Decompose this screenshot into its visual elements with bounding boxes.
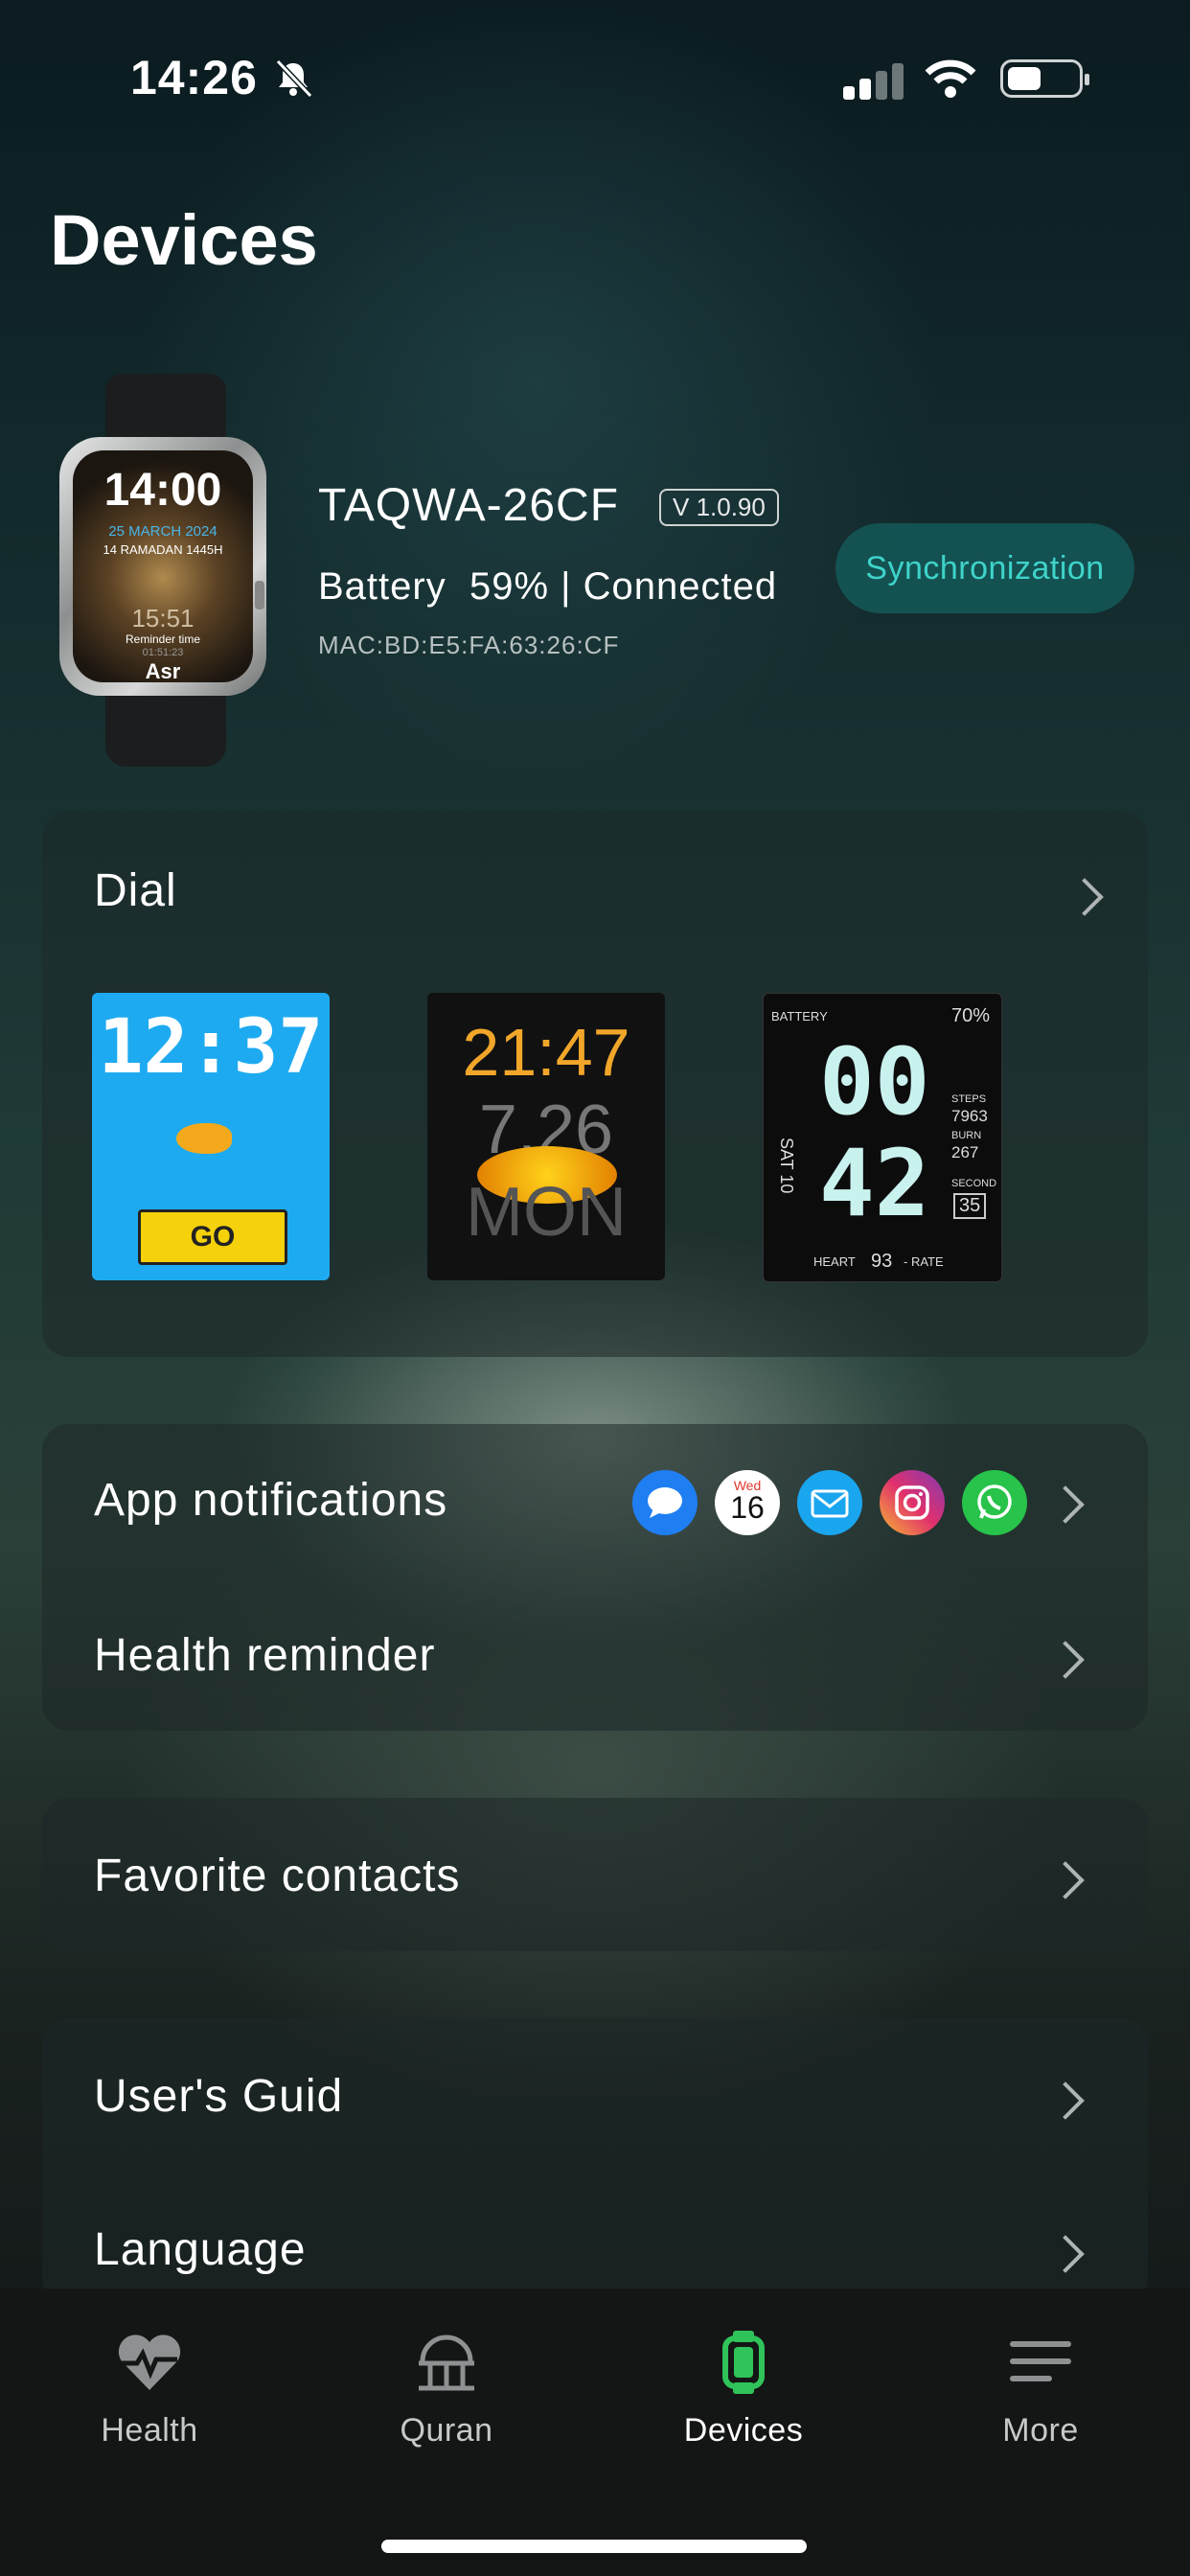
- dial-chevron-icon[interactable]: [1065, 878, 1104, 916]
- watch-hijri: 14 RAMADAN 1445H: [103, 542, 223, 557]
- dial-2-time: 21:47: [462, 1015, 630, 1090]
- instagram-icon: [880, 1470, 945, 1535]
- battery-value: 59% | Connected: [469, 565, 778, 608]
- menu-icon: [1010, 2341, 1071, 2381]
- mac-address: MAC:BD:E5:FA:63:26:CF: [318, 631, 620, 659]
- tab-quran-label: Quran: [400, 2412, 493, 2449]
- dial-2-day: MON: [466, 1174, 627, 1251]
- language-chevron-icon[interactable]: [1046, 2235, 1085, 2273]
- device-name: TAQWA-26CF: [318, 480, 620, 531]
- synchronization-button[interactable]: Synchronization: [835, 523, 1134, 613]
- watch-reminder: Reminder time: [125, 632, 201, 646]
- calendar-icon: Wed 16: [715, 1470, 780, 1535]
- tab-health[interactable]: Health: [54, 2331, 245, 2450]
- dial-face-2[interactable]: 21:47 7.26 MON: [427, 993, 665, 1280]
- app-notifications-chevron-icon[interactable]: [1046, 1485, 1085, 1524]
- mail-icon: [797, 1470, 862, 1535]
- dial-card: Dial 12:37 GO 21:47 7.26 MON BATTERY 70%…: [42, 811, 1148, 1357]
- dial-3-heart: 93: [871, 1251, 893, 1272]
- watch-time: 14:00: [103, 465, 222, 516]
- dial-3-second-label: SECOND: [951, 1178, 997, 1189]
- whatsapp-icon: [962, 1470, 1027, 1535]
- dial-3-minute: 42: [819, 1130, 930, 1237]
- dial-1-time: 12:37: [98, 1004, 324, 1091]
- bell-muted-icon: [275, 58, 313, 99]
- users-guide-label[interactable]: User's Guid: [94, 2070, 343, 2123]
- dial-3-heart-label: HEART: [813, 1254, 856, 1269]
- favorite-contacts-card[interactable]: Favorite contacts: [42, 1798, 1148, 1951]
- cellular-signal-icon: [843, 61, 904, 100]
- dial-label: Dial: [94, 865, 177, 916]
- watch-image[interactable]: 14:00 25 MARCH 2024 14 RAMADAN 1445H 15:…: [56, 374, 280, 767]
- dial-3-rate-label: - RATE: [904, 1254, 944, 1269]
- dial-3-steps-label: STEPS: [951, 1093, 987, 1105]
- language-label[interactable]: Language: [94, 2223, 307, 2276]
- heart-pulse-icon: [118, 2334, 181, 2390]
- dial-3-second: 35: [953, 1193, 987, 1219]
- tab-devices[interactable]: Devices: [648, 2331, 839, 2450]
- status-time: 14:26: [130, 51, 258, 104]
- app-notifications-label[interactable]: App notifications: [94, 1474, 447, 1527]
- watch-countdown: 15:51: [131, 604, 195, 632]
- page-title: Devices: [50, 200, 318, 280]
- wifi-icon: [925, 59, 976, 98]
- battery-label: Battery: [318, 565, 446, 608]
- messages-icon: [632, 1470, 698, 1535]
- dial-face-3[interactable]: BATTERY 70% SAT 10 00 42 STEPS 7963 BURN…: [763, 993, 1002, 1282]
- users-guide-chevron-icon[interactable]: [1046, 2082, 1085, 2120]
- tab-health-label: Health: [101, 2412, 198, 2449]
- watch-prayer: Asr: [145, 659, 181, 682]
- watch-date: 25 MARCH 2024: [108, 523, 217, 540]
- health-reminder-label[interactable]: Health reminder: [94, 1629, 435, 1682]
- dial-3-steps: 7963: [951, 1107, 988, 1125]
- dial-3-hour: 00: [819, 1028, 930, 1136]
- firmware-version: V 1.0.90: [659, 489, 779, 526]
- health-reminder-chevron-icon[interactable]: [1046, 1641, 1085, 1679]
- favorite-contacts-label: Favorite contacts: [94, 1851, 461, 1901]
- dial-face-1[interactable]: 12:37 GO: [92, 993, 330, 1280]
- dial-3-day: SAT 10: [777, 1138, 796, 1194]
- tab-more-label: More: [1002, 2412, 1079, 2449]
- favorite-contacts-chevron-icon[interactable]: [1046, 1861, 1085, 1899]
- watch-clock: 01:51:23: [142, 647, 184, 658]
- watch-icon: [722, 2331, 765, 2394]
- mosque-icon: [419, 2334, 474, 2391]
- dial-3-burn-label: BURN: [951, 1130, 982, 1141]
- dial-3-battery-label: BATTERY: [771, 1009, 828, 1024]
- tab-more[interactable]: More: [945, 2331, 1136, 2450]
- dial-3-battery: 70%: [951, 1005, 991, 1026]
- battery-icon: [1000, 59, 1089, 98]
- battery-status: Battery 59% | Connected: [318, 565, 777, 609]
- dial-1-go: GO: [138, 1209, 287, 1265]
- tab-devices-label: Devices: [683, 2412, 804, 2449]
- fish-icon: [176, 1123, 232, 1154]
- guide-card: User's Guid Language: [42, 2018, 1148, 2306]
- tab-quran[interactable]: Quran: [351, 2331, 542, 2450]
- home-indicator[interactable]: [381, 2540, 807, 2553]
- dial-3-burn: 267: [951, 1143, 979, 1162]
- calendar-date: 16: [730, 1490, 765, 1525]
